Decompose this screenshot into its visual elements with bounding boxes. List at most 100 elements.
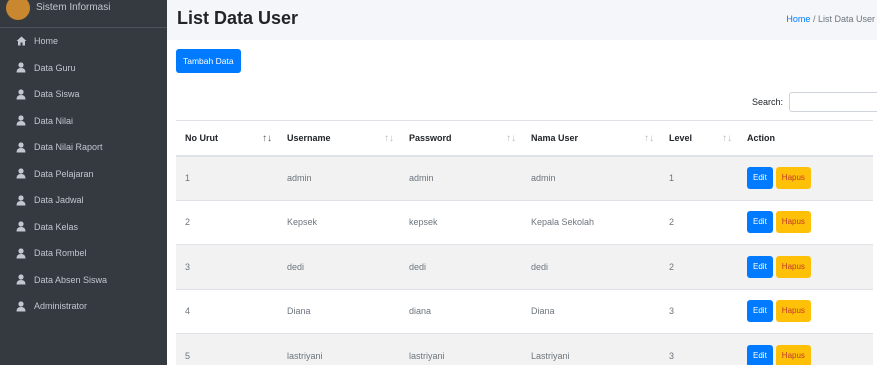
sidebar: Sistem Informasi Home Data Guru Data Sis… xyxy=(0,0,167,365)
sidebar-item-label: Data Guru xyxy=(34,62,76,73)
sidebar-item-label: Data Pelajaran xyxy=(34,168,94,179)
sidebar-item-label: Data Siswa xyxy=(34,89,80,100)
cell-username: lastriyani xyxy=(278,333,400,365)
sidebar-item-label: Data Rombel xyxy=(34,248,87,259)
breadcrumb-separator: / xyxy=(812,14,816,24)
cell-no-urut: 2 xyxy=(176,199,278,245)
user-table: No Urut ↑↓ Username ↑↓ Password ↑↓ Nama Use… xyxy=(176,120,873,365)
cell-action: Edit Hapus xyxy=(738,288,873,334)
cell-password: lastriyani xyxy=(400,333,522,365)
sidebar-item-data-rombel[interactable]: Data Rombel xyxy=(0,240,167,267)
breadcrumb-current: List Data User xyxy=(817,14,875,24)
cell-no-urut: 1 xyxy=(176,155,278,200)
cell-no-urut: 3 xyxy=(176,244,278,289)
table-row: 2 Kepsek kepsek Kepala Sekolah 2 Edit Hap… xyxy=(176,199,873,245)
column-label: Password xyxy=(409,132,452,143)
column-header-password[interactable]: Password ↑↓ xyxy=(400,120,522,157)
sidebar-item-data-siswa[interactable]: Data Siswa xyxy=(0,81,167,108)
cell-nama-user: Diana xyxy=(522,288,660,334)
data-card: Tambah Data Search: No Urut ↑↓ Username ↑↓… xyxy=(167,40,877,365)
edit-button[interactable]: Edit xyxy=(747,167,773,189)
column-label: Nama User xyxy=(531,132,579,143)
cell-level: 1 xyxy=(660,155,738,200)
cell-nama-user: dedi xyxy=(522,244,660,289)
sidebar-item-label: Data Nilai xyxy=(34,115,74,126)
sidebar-item-label: Home xyxy=(34,36,59,47)
column-header-level[interactable]: Level ↑↓ xyxy=(660,120,738,157)
column-label: Level xyxy=(669,132,693,143)
main-content: List Data User Home / List Data User Tam… xyxy=(167,0,877,365)
table-header-row: No Urut ↑↓ Username ↑↓ Password ↑↓ Nama Use… xyxy=(176,120,873,157)
edit-button[interactable]: Edit xyxy=(747,345,773,365)
user-icon xyxy=(14,115,28,126)
user-icon xyxy=(14,248,28,259)
sort-icon: ↑↓ xyxy=(384,133,394,144)
brand-text: Sistem Informasi xyxy=(36,2,111,13)
cell-username: Kepsek xyxy=(278,199,400,245)
sort-icon: ↑↓ xyxy=(644,133,654,144)
sidebar-item-administrator[interactable]: Administrator xyxy=(0,293,167,320)
table-row: 3 dedi dedi dedi 2 Edit Hapus xyxy=(176,244,873,289)
search-bar: Search: xyxy=(752,92,877,112)
edit-button[interactable]: Edit xyxy=(747,211,773,234)
sidebar-item-data-guru[interactable]: Data Guru xyxy=(0,55,167,82)
sidebar-item-data-pelajaran[interactable]: Data Pelajaran xyxy=(0,161,167,188)
column-label: No Urut xyxy=(185,132,218,143)
table-row: 5 lastriyani lastriyani Lastriyani 3 Edi… xyxy=(176,333,873,365)
cell-password: dedi xyxy=(400,244,522,289)
delete-button[interactable]: Hapus xyxy=(775,211,811,234)
table-row: 4 Diana diana Diana 3 Edit Hapus xyxy=(176,288,873,334)
cell-action: Edit Hapus xyxy=(738,333,873,365)
breadcrumb: Home / List Data User xyxy=(786,14,875,24)
sidebar-item-label: Data Absen Siswa xyxy=(34,274,108,285)
column-header-nama-user[interactable]: Nama User ↑↓ xyxy=(522,120,660,157)
sidebar-item-data-jadwal[interactable]: Data Jadwal xyxy=(0,187,167,214)
cell-nama-user: Kepala Sekolah xyxy=(522,199,660,245)
sidebar-item-home[interactable]: Home xyxy=(0,28,167,55)
cell-password: kepsek xyxy=(400,199,522,245)
edit-button[interactable]: Edit xyxy=(747,300,773,323)
sidebar-item-data-nilai-raport[interactable]: Data Nilai Raport xyxy=(0,134,167,161)
brand[interactable]: Sistem Informasi xyxy=(0,0,167,28)
user-icon xyxy=(14,301,28,312)
user-icon xyxy=(14,62,28,73)
sidebar-item-label: Data Jadwal xyxy=(34,195,84,206)
cell-action: Edit Hapus xyxy=(738,244,873,289)
add-data-button[interactable]: Tambah Data xyxy=(176,49,241,73)
brand-logo xyxy=(6,0,30,20)
search-input[interactable] xyxy=(789,92,877,112)
user-icon xyxy=(14,89,28,100)
home-icon xyxy=(14,36,28,46)
sort-icon: ↑↓ xyxy=(506,133,516,144)
cell-level: 3 xyxy=(660,288,738,334)
delete-button[interactable]: Hapus xyxy=(775,300,811,323)
delete-button[interactable]: Hapus xyxy=(775,167,811,189)
cell-username: Diana xyxy=(278,288,400,334)
sidebar-item-data-nilai[interactable]: Data Nilai xyxy=(0,108,167,135)
cell-nama-user: Lastriyani xyxy=(522,333,660,365)
cell-no-urut: 4 xyxy=(176,288,278,334)
breadcrumb-home[interactable]: Home xyxy=(786,14,810,24)
sidebar-item-data-absen-siswa[interactable]: Data Absen Siswa xyxy=(0,267,167,294)
table-row: 1 admin admin admin 1 Edit Hapus xyxy=(176,155,873,200)
delete-button[interactable]: Hapus xyxy=(775,345,811,365)
sidebar-item-label: Data Nilai Raport xyxy=(34,142,103,153)
search-label: Search: xyxy=(751,97,783,107)
user-icon xyxy=(14,221,28,232)
column-header-no-urut[interactable]: No Urut ↑↓ xyxy=(176,120,278,157)
sort-icon: ↑↓ xyxy=(262,133,272,144)
sidebar-item-label: Administrator xyxy=(34,301,88,312)
delete-button[interactable]: Hapus xyxy=(775,255,811,278)
cell-no-urut: 5 xyxy=(176,333,278,365)
cell-password: admin xyxy=(400,155,522,200)
column-header-username[interactable]: Username ↑↓ xyxy=(278,120,400,157)
cell-level: 3 xyxy=(660,333,738,365)
sidebar-item-data-kelas[interactable]: Data Kelas xyxy=(0,214,167,241)
edit-button[interactable]: Edit xyxy=(747,255,773,278)
user-icon xyxy=(14,168,28,179)
user-icon xyxy=(14,274,28,285)
user-icon xyxy=(14,195,28,206)
cell-action: Edit Hapus xyxy=(738,199,873,245)
column-label: Action xyxy=(747,132,775,143)
user-icon xyxy=(14,142,28,153)
